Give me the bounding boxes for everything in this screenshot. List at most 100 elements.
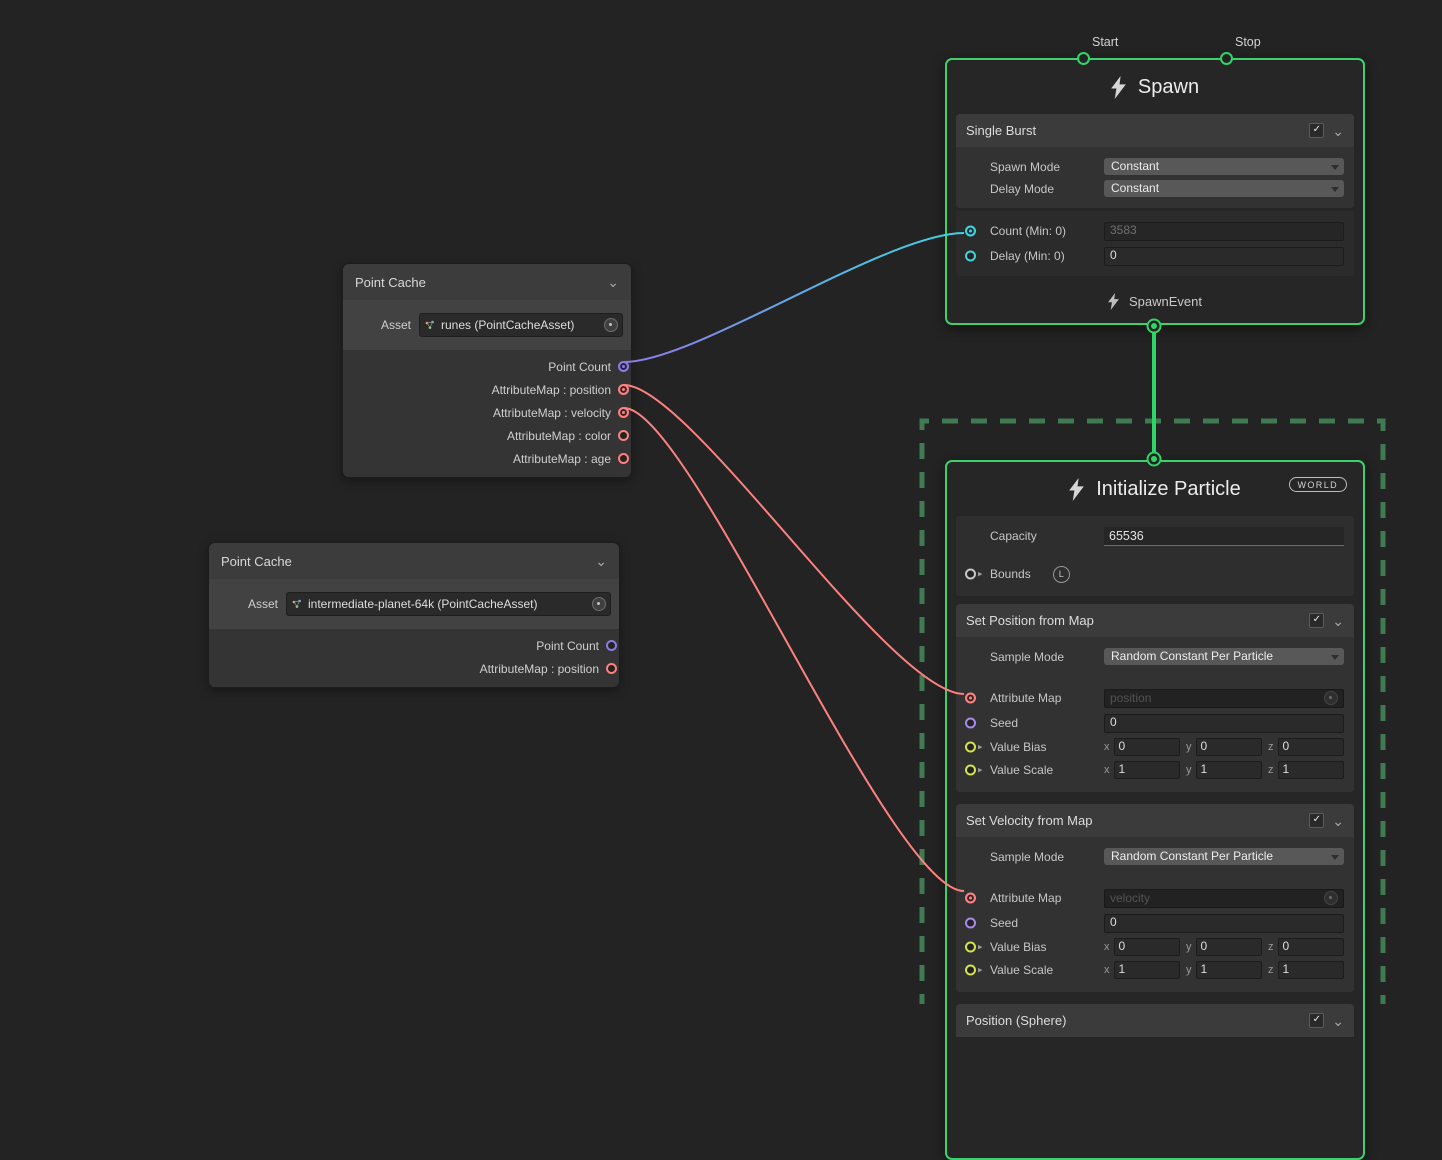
delay-field[interactable]: 0	[1104, 247, 1344, 266]
port-attributemap-velocity[interactable]	[618, 407, 629, 418]
port-attributemap-position[interactable]	[618, 384, 629, 395]
flow-port-start[interactable]	[1077, 52, 1090, 65]
x-field[interactable]: 0	[1114, 938, 1181, 956]
sample-mode-dropdown[interactable]: Random Constant Per Particle	[1104, 648, 1344, 665]
port-seed-input[interactable]	[965, 918, 976, 929]
x-field[interactable]: 1	[1114, 961, 1181, 979]
block-header[interactable]: Set Position from Map ✓ ⌄	[956, 604, 1354, 637]
attribute-map-field[interactable]: position	[1104, 689, 1344, 708]
row-label: Attribute Map	[990, 891, 1104, 905]
chevron-down-icon[interactable]: ⌄	[1332, 1016, 1344, 1026]
port-attributemap-color[interactable]	[618, 430, 629, 441]
flow-port-stop[interactable]	[1220, 52, 1233, 65]
asset-object-field[interactable]: runes (PointCacheAsset)	[419, 313, 623, 337]
block-enabled-checkbox[interactable]: ✓	[1309, 123, 1324, 138]
output-row-attributemap-age: AttributeMap : age	[343, 447, 631, 470]
set-velocity-from-map-block[interactable]: Set Velocity from Map ✓ ⌄ Sample Mode Ra…	[956, 804, 1354, 992]
block-header[interactable]: Position (Sphere) ✓ ⌄	[956, 1004, 1354, 1037]
axis-y-label: y	[1186, 764, 1192, 776]
port-value-scale-input[interactable]	[965, 965, 976, 976]
sample-mode-dropdown[interactable]: Random Constant Per Particle	[1104, 848, 1344, 865]
seed-field[interactable]: 0	[1104, 914, 1344, 933]
chevron-down-icon[interactable]: ⌄	[595, 556, 607, 566]
z-field[interactable]: 0	[1278, 938, 1345, 956]
chevron-down-icon[interactable]: ⌄	[1332, 126, 1344, 136]
context-title: Spawn	[1138, 76, 1199, 99]
object-picker-icon[interactable]	[604, 318, 618, 332]
chevron-down-icon[interactable]: ⌄	[1332, 616, 1344, 626]
port-point-count[interactable]	[606, 640, 617, 651]
asset-object-field[interactable]: intermediate-planet-64k (PointCacheAsset…	[286, 592, 611, 616]
foldout-triangle-icon[interactable]: ▸	[978, 965, 983, 976]
context-title-bar[interactable]: Spawn	[947, 60, 1363, 114]
block-enabled-checkbox[interactable]: ✓	[1309, 1013, 1324, 1028]
context-title-bar[interactable]: Initialize Particle WORLD	[947, 462, 1363, 516]
block-enabled-checkbox[interactable]: ✓	[1309, 813, 1324, 828]
dropdown-value: Random Constant Per Particle	[1111, 649, 1273, 663]
object-picker-icon[interactable]	[1324, 891, 1338, 905]
z-field[interactable]: 1	[1278, 961, 1345, 979]
y-field[interactable]: 1	[1196, 761, 1263, 779]
port-value-bias-input[interactable]	[965, 942, 976, 953]
port-delay-input[interactable]	[965, 251, 976, 262]
seed-field[interactable]: 0	[1104, 714, 1344, 733]
node-header[interactable]: Point Cache ⌄	[209, 543, 619, 579]
vector3-fields: x0 y0 z0	[1104, 938, 1344, 956]
object-picker-icon[interactable]	[592, 597, 606, 611]
node-header[interactable]: Point Cache ⌄	[343, 264, 631, 300]
axis-z-label: z	[1268, 964, 1274, 976]
y-field[interactable]: 1	[1196, 961, 1263, 979]
foldout-triangle-icon[interactable]: ▸	[978, 742, 983, 753]
attribute-map-field[interactable]: velocity	[1104, 889, 1344, 908]
delay-mode-dropdown[interactable]: Constant	[1104, 180, 1344, 197]
single-burst-block[interactable]: Single Burst ✓ ⌄ Spawn Mode Constant Del…	[956, 114, 1354, 276]
chevron-down-icon[interactable]: ⌄	[1332, 816, 1344, 826]
pointcache-asset-icon	[424, 319, 436, 331]
count-field[interactable]: 3583	[1104, 222, 1344, 241]
point-cache-node-1[interactable]: Point Cache ⌄ Asset runes (PointCacheAss…	[342, 263, 632, 478]
output-row-point-count: Point Count	[343, 355, 631, 378]
port-bounds-input[interactable]	[965, 569, 976, 580]
output-label: AttributeMap : age	[513, 452, 611, 466]
spawn-context-node[interactable]: Spawn Single Burst ✓ ⌄ Spawn Mode Consta…	[945, 58, 1365, 325]
delay-mode-row: Delay Mode Constant	[956, 178, 1354, 199]
chevron-down-icon[interactable]: ⌄	[607, 277, 619, 287]
edge-point-count-to-spawn-count[interactable]	[624, 233, 964, 362]
block-header[interactable]: Single Burst ✓ ⌄	[956, 114, 1354, 147]
port-attribute-map-input[interactable]	[965, 693, 976, 704]
axis-x-label: x	[1104, 964, 1110, 976]
foldout-triangle-icon[interactable]: ▸	[978, 569, 983, 580]
port-seed-input[interactable]	[965, 718, 976, 729]
point-cache-node-2[interactable]: Point Cache ⌄ Asset intermediate-planet-…	[208, 542, 620, 688]
port-attributemap-age[interactable]	[618, 453, 629, 464]
y-field[interactable]: 0	[1196, 738, 1263, 756]
object-picker-icon[interactable]	[1324, 691, 1338, 705]
position-sphere-block[interactable]: Position (Sphere) ✓ ⌄	[956, 1004, 1354, 1037]
y-field[interactable]: 0	[1196, 938, 1263, 956]
initialize-particle-context-node[interactable]: Initialize Particle WORLD Capacity 65536…	[945, 460, 1365, 1160]
port-attributemap-position[interactable]	[606, 663, 617, 674]
connected-value-ghost: velocity	[1110, 891, 1150, 906]
edge-velocity-map[interactable]	[624, 408, 964, 891]
block-enabled-checkbox[interactable]: ✓	[1309, 613, 1324, 628]
x-field[interactable]: 1	[1114, 761, 1181, 779]
z-field[interactable]: 1	[1278, 761, 1345, 779]
local-space-icon[interactable]: L	[1053, 566, 1070, 583]
port-value-bias-input[interactable]	[965, 742, 976, 753]
edge-position-map[interactable]	[624, 385, 964, 694]
block-inputs: Count (Min: 0) 3583 Delay (Min: 0) 0	[956, 211, 1354, 276]
port-value-scale-input[interactable]	[965, 765, 976, 776]
z-field[interactable]: 0	[1278, 738, 1345, 756]
block-header[interactable]: Set Velocity from Map ✓ ⌄	[956, 804, 1354, 837]
port-attribute-map-input[interactable]	[965, 893, 976, 904]
port-count-input[interactable]	[965, 226, 976, 237]
foldout-triangle-icon[interactable]: ▸	[978, 942, 983, 953]
x-field[interactable]: 0	[1114, 738, 1181, 756]
vector3-fields: x1 y1 z1	[1104, 961, 1344, 979]
spawn-mode-dropdown[interactable]: Constant	[1104, 158, 1344, 175]
set-position-from-map-block[interactable]: Set Position from Map ✓ ⌄ Sample Mode Ra…	[956, 604, 1354, 792]
port-point-count[interactable]	[618, 361, 629, 372]
capacity-field[interactable]: 65536	[1104, 527, 1344, 546]
space-toggle-world[interactable]: WORLD	[1289, 477, 1348, 492]
foldout-triangle-icon[interactable]: ▸	[978, 765, 983, 776]
